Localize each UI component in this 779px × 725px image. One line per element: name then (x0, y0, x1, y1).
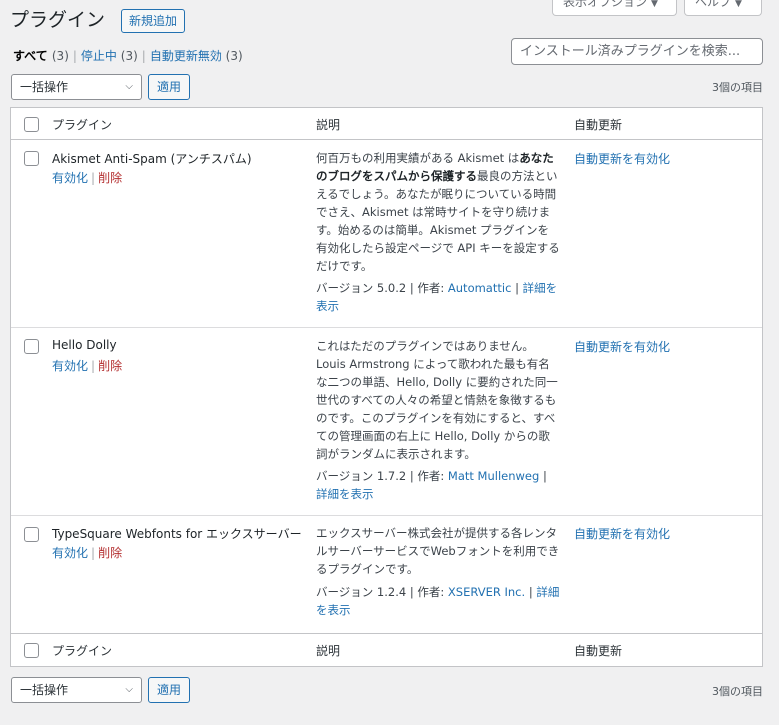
table-header: プラグイン 説明 自動更新 (11, 108, 762, 140)
activate-link[interactable]: 有効化 (52, 546, 88, 560)
column-description: 説明 (316, 118, 341, 132)
column-description: 説明 (316, 644, 341, 658)
activate-link[interactable]: 有効化 (52, 359, 88, 373)
enable-auto-update-link[interactable]: 自動更新を有効化 (574, 150, 670, 167)
table-row: Akismet Anti-Spam (アンチスパム) 有効化 | 削除 何百万もの利… (11, 140, 762, 328)
bulk-action-label: 一括操作 (20, 683, 69, 697)
select-all-checkbox-bottom[interactable] (24, 643, 39, 658)
filter-all[interactable]: すべて (3) (13, 49, 69, 63)
plugin-name: TypeSquare Webfonts for エックスサーバー (52, 527, 302, 541)
activate-link[interactable]: 有効化 (52, 171, 88, 185)
help-label: ヘルプ (695, 0, 732, 9)
items-count-bottom: 3個の項目 (712, 685, 763, 698)
plugin-description: 何百万もの利用実績がある Akismet はあなたのブログをスパムから保護する最… (316, 151, 560, 273)
add-new-plugin-button[interactable]: 新規追加 (121, 9, 186, 33)
bulk-action-label: 一括操作 (20, 80, 69, 94)
author-link[interactable]: Matt Mullenweg (448, 469, 539, 483)
table-row: TypeSquare Webfonts for エックスサーバー 有効化 | 削除 … (11, 516, 762, 633)
plugin-row-actions: 有効化 | 削除 (52, 359, 123, 373)
plugin-row-actions: 有効化 | 削除 (52, 546, 123, 560)
column-auto-update: 自動更新 (574, 644, 623, 658)
apply-button-bottom[interactable]: 適用 (148, 677, 190, 703)
plugins-table: プラグイン 説明 自動更新 Akismet Anti-Spam (アンチスパム)… (10, 107, 763, 667)
plugin-description: エックスサーバー株式会社が提供する各レンタルサーバーサービスでWebフォントを利… (316, 526, 560, 576)
view-details-link[interactable]: 詳細を表示 (316, 487, 374, 501)
author-link[interactable]: Automattic (448, 281, 512, 295)
enable-auto-update-link[interactable]: 自動更新を有効化 (574, 525, 670, 542)
plugin-meta: バージョン 1.2.4 | 作者: XSERVER Inc. | 詳細を表示 (316, 585, 560, 617)
enable-auto-update-link[interactable]: 自動更新を有効化 (574, 338, 670, 355)
select-all-checkbox[interactable] (24, 117, 39, 132)
plugin-description: これはただのプラグインではありません。Louis Armstrong によって歌… (316, 339, 558, 461)
plugin-meta: バージョン 1.7.2 | 作者: Matt Mullenweg | 詳細を表示 (316, 469, 547, 501)
chevron-down-icon: ⌵ (125, 684, 133, 695)
page-title: プラグイン (10, 9, 106, 31)
items-count-top: 3個の項目 (712, 81, 763, 94)
delete-link[interactable]: 削除 (98, 546, 122, 560)
screen-options-label: 表示オプション (563, 0, 648, 9)
chevron-down-icon: ⌵ (125, 81, 133, 92)
plugin-checkbox[interactable] (24, 339, 39, 354)
plugin-name: Akismet Anti-Spam (アンチスパム) (52, 152, 252, 166)
column-auto-update: 自動更新 (574, 118, 623, 132)
table-footer: プラグイン 説明 自動更新 (11, 633, 762, 666)
plugin-row-actions: 有効化 | 削除 (52, 171, 123, 185)
caret-down-icon: ▼ (651, 0, 658, 9)
screen-options-button[interactable]: 表示オプション ▼ (552, 0, 677, 16)
caret-down-icon: ▼ (735, 0, 742, 9)
plugin-status-filters: すべて (3) | 停止中 (3) | 自動更新無効 (3) (13, 49, 243, 63)
bulk-action-select-top[interactable]: 一括操作 ⌵ (11, 74, 142, 100)
plugin-meta: バージョン 5.0.2 | 作者: Automattic | 詳細を表示 (316, 281, 558, 313)
table-row: Hello Dolly 有効化 | 削除 これはただのプラグインではありません。Lo… (11, 328, 762, 516)
plugin-checkbox[interactable] (24, 527, 39, 542)
apply-button-top[interactable]: 適用 (148, 74, 190, 100)
plugin-search-input[interactable]: インストール済みプラグインを検索... (511, 38, 763, 65)
delete-link[interactable]: 削除 (98, 171, 122, 185)
plugin-checkbox[interactable] (24, 151, 39, 166)
column-plugin[interactable]: プラグイン (52, 116, 112, 133)
bulk-action-select-bottom[interactable]: 一括操作 ⌵ (11, 677, 142, 703)
plugin-name: Hello Dolly (52, 338, 117, 352)
help-button[interactable]: ヘルプ ▼ (684, 0, 762, 16)
filter-inactive[interactable]: 停止中 (3) (81, 49, 138, 63)
author-link[interactable]: XSERVER Inc. (448, 585, 525, 599)
delete-link[interactable]: 削除 (98, 359, 122, 373)
column-plugin[interactable]: プラグイン (52, 642, 112, 659)
filter-autoupdate-disabled[interactable]: 自動更新無効 (3) (150, 49, 243, 63)
